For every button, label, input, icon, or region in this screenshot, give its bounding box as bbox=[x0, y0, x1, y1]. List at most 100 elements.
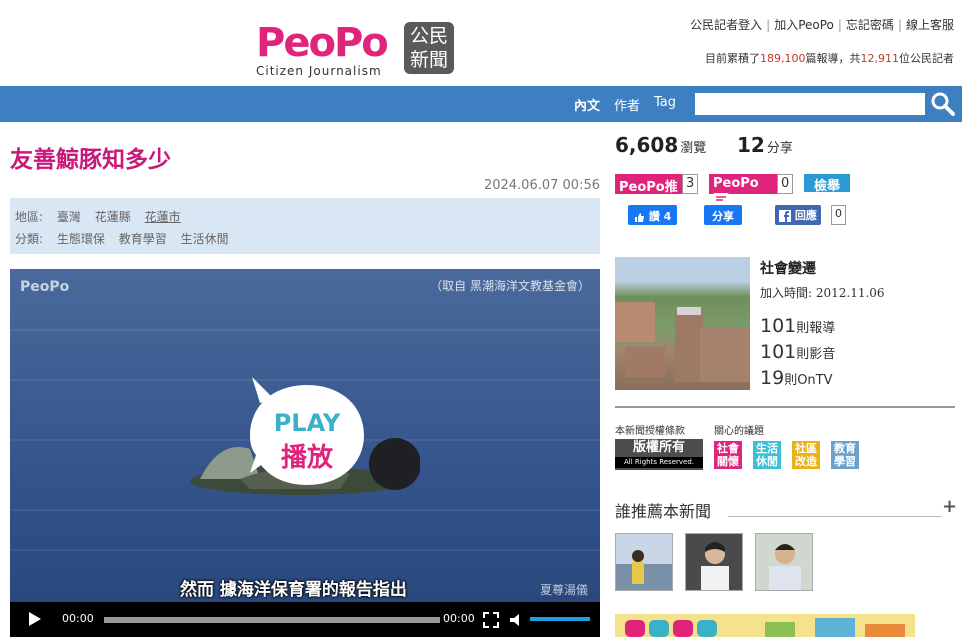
view-count: 6,608 瀏覽 bbox=[615, 133, 706, 157]
stats-journalists: 12,911 bbox=[860, 52, 900, 65]
total-time: 00:00 bbox=[443, 612, 475, 625]
recommender-avatar[interactable] bbox=[755, 533, 813, 591]
license-badge-text: 版權所有 bbox=[632, 440, 685, 455]
stats-reports: 189,100 bbox=[760, 52, 806, 65]
fb-like-button[interactable]: 讚 4 bbox=[628, 205, 678, 225]
like-label: 讚 4 bbox=[648, 210, 672, 223]
play-icon[interactable] bbox=[28, 611, 42, 627]
sidebar-divider bbox=[615, 406, 955, 408]
progress-bar[interactable] bbox=[104, 617, 440, 623]
region-taiwan[interactable]: 臺灣 bbox=[57, 210, 81, 224]
category-label: 分類: bbox=[15, 232, 44, 246]
volume-slider[interactable] bbox=[530, 617, 590, 621]
recommend-divider bbox=[728, 516, 942, 517]
facebook-icon bbox=[779, 210, 791, 222]
topics-label: 關心的議題 bbox=[714, 426, 764, 437]
comment-count: 0 bbox=[777, 174, 794, 194]
category-row: 分類: 生態環保 教育學習 生活休閒 bbox=[15, 230, 239, 247]
fb-reply-button[interactable]: 回應 bbox=[775, 205, 821, 225]
topic-lifestyle[interactable]: 生活休閒 bbox=[753, 441, 781, 469]
author-name[interactable]: 社會變遷 bbox=[760, 258, 816, 278]
video-signature: 夏尊湯儀 bbox=[539, 583, 588, 597]
logo-subtitle: Citizen Journalism bbox=[256, 64, 382, 78]
peopo-banner[interactable] bbox=[615, 614, 915, 637]
login-link[interactable]: 公民記者登入 bbox=[690, 18, 762, 32]
video-controls: 00:00 00:00 bbox=[10, 602, 600, 637]
logo-peo: Peo bbox=[256, 20, 336, 66]
views-label: 瀏覽 bbox=[680, 141, 707, 156]
region-hualien-county[interactable]: 花蓮縣 bbox=[95, 210, 131, 224]
search-input[interactable] bbox=[695, 93, 925, 115]
play-text-en: PLAY bbox=[273, 409, 341, 437]
peopo-logo[interactable]: PeoPo Citizen Journalism 公民 新聞 bbox=[254, 22, 459, 80]
page: PeoPo Citizen Journalism 公民 新聞 公民記者登入 | 加入… bbox=[0, 0, 962, 637]
campus-photo bbox=[615, 302, 750, 382]
recommend-title: 誰推薦本新聞 bbox=[615, 502, 712, 521]
logo-box-line1: 公民 bbox=[409, 25, 448, 47]
videos-label: 則影音 bbox=[796, 347, 836, 362]
join-link[interactable]: 加入PeoPo bbox=[774, 18, 834, 32]
author-reports[interactable]: 101則報導 bbox=[760, 315, 835, 337]
category-ecology[interactable]: 生態環保 bbox=[57, 232, 105, 246]
stats-suffix: 位公民記者 bbox=[899, 52, 954, 65]
nav-author[interactable]: 作者 bbox=[614, 95, 640, 114]
support-link[interactable]: 線上客服 bbox=[906, 18, 954, 32]
thumbs-up-icon bbox=[635, 212, 644, 222]
forgot-password-link[interactable]: 忘記密碼 bbox=[846, 18, 894, 32]
site-header: PeoPo Citizen Journalism 公民 新聞 公民記者登入 | 加入… bbox=[0, 0, 962, 86]
fb-reply-count: 0 bbox=[831, 205, 846, 225]
ontv-number: 19 bbox=[760, 367, 785, 389]
license-badge-sub: All Rights Reserved. bbox=[615, 457, 703, 468]
avatar-photo-2 bbox=[686, 534, 742, 590]
author-ontv[interactable]: 19則OnTV bbox=[760, 367, 833, 389]
volume-icon[interactable] bbox=[508, 612, 524, 628]
topic-social-care[interactable]: 社會關懷 bbox=[714, 441, 742, 469]
author-photo[interactable] bbox=[615, 257, 750, 390]
nav-content[interactable]: 內文 bbox=[574, 95, 600, 114]
topic-community[interactable]: 社區改造 bbox=[792, 441, 820, 469]
video-credit: （取自 黑潮海洋文教基金會） bbox=[430, 279, 590, 293]
video-watermark: PeoPo bbox=[20, 279, 70, 295]
current-time: 00:00 bbox=[62, 612, 94, 625]
fb-reply-label: 回應 bbox=[794, 209, 817, 222]
avatar-photo-1 bbox=[616, 534, 672, 590]
peopo-push-button[interactable]: PeoPo推 bbox=[615, 174, 682, 195]
site-stats: 目前累積了189,100篇報導，共12,911位公民記者 bbox=[705, 50, 954, 66]
category-lifestyle[interactable]: 生活休閒 bbox=[181, 232, 229, 246]
fb-share-button[interactable]: 分享 bbox=[704, 205, 742, 225]
ontv-label: 則OnTV bbox=[784, 373, 833, 388]
report-button[interactable]: 檢舉 bbox=[804, 174, 851, 194]
article-title: 友善鯨豚知多少 bbox=[10, 147, 171, 173]
peopo-comment-button[interactable]: PeoPo bbox=[709, 174, 777, 203]
search-icon[interactable] bbox=[930, 91, 956, 117]
recommender-avatar[interactable] bbox=[615, 533, 673, 591]
comment-icon bbox=[713, 192, 729, 203]
banner-graphic bbox=[625, 618, 905, 637]
logo-wordmark: PeoPo bbox=[256, 20, 389, 66]
article-date: 2024.06.07 00:56 bbox=[483, 178, 600, 193]
nav-tag[interactable]: Tag bbox=[654, 95, 676, 110]
recommend-more-button[interactable]: + bbox=[942, 496, 957, 517]
reports-number: 101 bbox=[760, 315, 797, 337]
logo-box-line2: 新聞 bbox=[409, 49, 448, 71]
top-links: 公民記者登入 | 加入PeoPo | 忘記密碼 | 線上客服 bbox=[690, 18, 954, 32]
topic-education[interactable]: 教育學習 bbox=[831, 441, 859, 469]
shares-number: 12 bbox=[737, 133, 765, 157]
article-meta: 地區: 臺灣 花蓮縣 花蓮市 分類: 生態環保 教育學習 生活休閒 bbox=[10, 198, 600, 254]
video-player[interactable]: PeoPo （取自 黑潮海洋文教基金會） 然而 據海洋保育署的報告指出 夏尊湯儀… bbox=[10, 269, 600, 637]
fullscreen-icon[interactable] bbox=[483, 612, 499, 628]
logo-box: 公民 新聞 bbox=[404, 22, 454, 74]
author-videos[interactable]: 101則影音 bbox=[760, 341, 835, 363]
region-label: 地區: bbox=[15, 210, 44, 224]
region-row: 地區: 臺灣 花蓮縣 花蓮市 bbox=[15, 208, 191, 225]
comment-label: PeoPo bbox=[713, 176, 759, 191]
push-count: 3 bbox=[682, 174, 699, 194]
videos-number: 101 bbox=[760, 341, 797, 363]
stats-prefix: 目前累積了 bbox=[705, 52, 760, 65]
category-education[interactable]: 教育學習 bbox=[119, 232, 167, 246]
recommender-avatar[interactable] bbox=[685, 533, 743, 591]
play-text-zh: 播放 bbox=[280, 443, 333, 473]
nav-bar: 內文 作者 Tag bbox=[0, 86, 962, 122]
region-hualien-city[interactable]: 花蓮市 bbox=[145, 210, 181, 224]
play-button[interactable]: PLAY 播放 bbox=[246, 377, 368, 493]
